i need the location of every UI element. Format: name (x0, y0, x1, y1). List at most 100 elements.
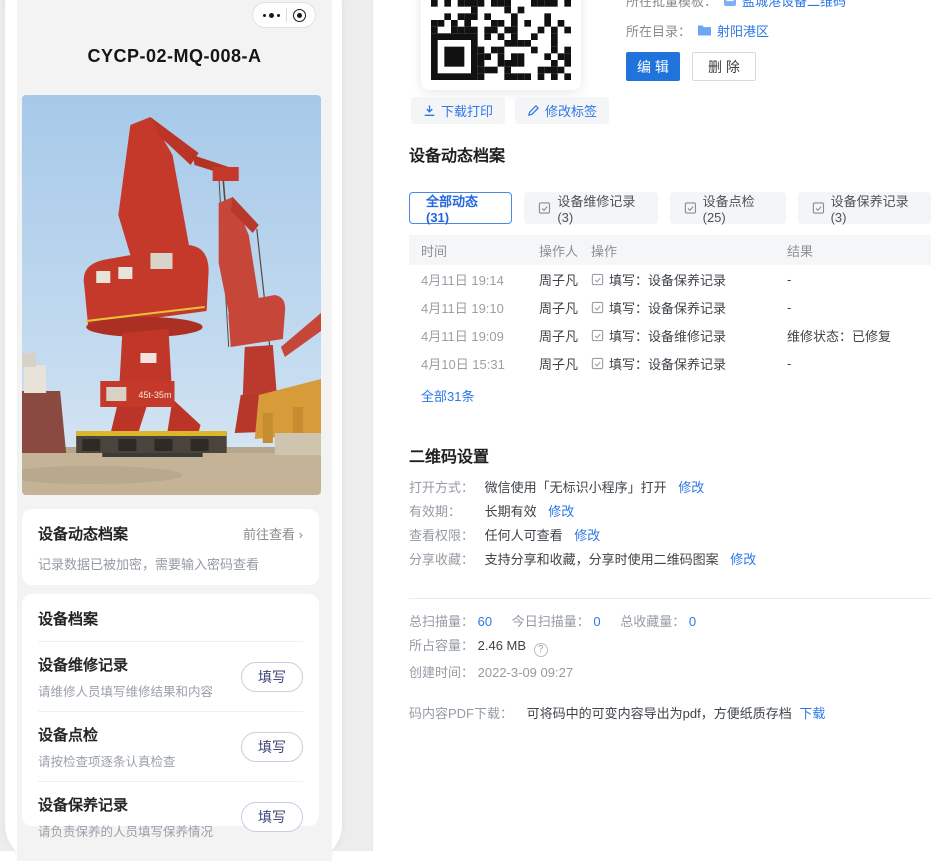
table-header: 时间 操作人 操作 结果 (409, 235, 931, 265)
pdf-label: 码内容PDF下载： (409, 706, 513, 721)
capsule-close-target-icon[interactable] (293, 9, 306, 22)
fav-total-label: 总收藏量： (620, 614, 685, 630)
form-icon (591, 301, 604, 314)
activity-table: 时间 操作人 操作 结果 4月11日 19:14 周子凡 填写：设备保养记录 -… (409, 235, 931, 405)
equipment-code-title: CYCP-02-MQ-008-A (17, 46, 332, 67)
fill-button-repair[interactable]: 填写 (241, 662, 303, 692)
detail-panel: 所在批量模板： 盐城港设备二维码 所在目录： 射阳港区 编 辑 删 除 下载打印… (374, 0, 939, 851)
stats-section: 总扫描量： 60 今日扫描量： 0 总收藏量： 0 所占容量： 2.46 MB … (409, 614, 931, 681)
col-time: 时间 (421, 241, 539, 260)
storage-label: 所占容量： (409, 638, 474, 654)
forms-card-title: 设备档案 (38, 608, 303, 629)
table-row: 4月10日 15:31 周子凡 填写：设备保养记录 - (409, 349, 931, 377)
tab-maintenance-records[interactable]: 设备保养记录(3) (798, 192, 931, 224)
download-print-button[interactable]: 下载打印 (411, 97, 505, 124)
setting-row-share: 分享收藏： 支持分享和收藏，分享时使用二维码图案 修改 (409, 548, 931, 572)
equipment-forms-card: 设备档案 设备维修记录 请维修人员填写维修结果和内容 填写 设备点检 请按检查项… (22, 594, 319, 826)
directory-label: 所在目录： (626, 21, 691, 40)
form-row-desc: 请负责保养的人员填写保养情况 (38, 821, 213, 840)
directory-row: 所在目录： 射阳港区 (626, 20, 846, 40)
form-icon (591, 357, 604, 370)
edit-button[interactable]: 编 辑 (626, 52, 680, 81)
fill-button-inspection[interactable]: 填写 (241, 732, 303, 762)
col-result: 结果 (787, 241, 931, 260)
created-label: 创建时间： (409, 665, 474, 681)
setting-row-permission: 查看权限： 任何人可查看 修改 (409, 524, 931, 548)
top-actions: 编 辑 删 除 (626, 52, 756, 81)
form-row-inspection: 设备点检 请按检查项逐条认真检查 填写 (38, 711, 303, 781)
miniprogram-capsule (252, 2, 316, 28)
phone-frame: CYCP-02-MQ-008-A (5, 0, 342, 861)
pdf-desc: 可将码中的可变内容导出为pdf，方便纸质存档 (527, 706, 792, 721)
archive-tabs: 全部动态(31) 设备维修记录(3) 设备点检(25) 设备保养记录(3) (409, 192, 931, 224)
qr-code-card (421, 0, 581, 90)
form-row-repair: 设备维修记录 请维修人员填写维修结果和内容 填写 (38, 642, 303, 711)
pdf-download-row: 码内容PDF下载： 可将码中的可变内容导出为pdf，方便纸质存档 下载 (409, 703, 931, 722)
modify-link[interactable]: 修改 (574, 528, 600, 543)
form-icon (812, 201, 825, 215)
setting-row-validity: 有效期： 长期有效 修改 (409, 500, 931, 524)
edit-label-button[interactable]: 修改标签 (515, 97, 609, 124)
col-person: 操作人 (539, 241, 591, 260)
pencil-icon (527, 104, 540, 117)
phone-preview-panel: CYCP-02-MQ-008-A (0, 0, 373, 851)
scan-today-value: 0 (593, 614, 600, 629)
qr-settings-section: 二维码设置 打开方式： 微信使用「无标识小程序」打开 修改 有效期： 长期有效 … (409, 449, 931, 572)
template-link[interactable]: 盐城港设备二维码 (742, 0, 846, 10)
pdf-download-link[interactable]: 下载 (799, 706, 825, 721)
form-row-title: 设备点检 (38, 724, 176, 745)
template-label: 所在批量模板： (626, 0, 717, 10)
divider (409, 598, 931, 599)
archive-card-title: 设备动态档案 (38, 523, 128, 544)
table-row: 4月11日 19:10 周子凡 填写：设备保养记录 - (409, 293, 931, 321)
setting-row-open-mode: 打开方式： 微信使用「无标识小程序」打开 修改 (409, 476, 931, 500)
capsule-divider (286, 8, 287, 22)
archive-section: 设备动态档案 全部动态(31) 设备维修记录(3) 设备点检(25) 设备保养记… (409, 148, 931, 405)
form-row-desc: 请维修人员填写维修结果和内容 (38, 681, 213, 700)
tab-all-activity[interactable]: 全部动态(31) (409, 192, 512, 224)
equipment-photo: 45t-35m (22, 95, 321, 495)
svg-text:45t-35m: 45t-35m (138, 390, 171, 400)
scan-today-label: 今日扫描量： (512, 614, 590, 630)
scan-total-value: 60 (478, 614, 492, 629)
archive-encrypted-desc: 记录数据已被加密，需要输入密码查看 (38, 554, 303, 573)
delete-button[interactable]: 删 除 (692, 52, 756, 81)
qr-actions: 下载打印 修改标签 (411, 97, 609, 124)
directory-link[interactable]: 射阳港区 (717, 21, 769, 40)
help-icon[interactable]: ? (534, 643, 548, 657)
chevron-right-icon: › (299, 527, 303, 542)
table-row: 4月11日 19:09 周子凡 填写：设备维修记录 维修状态：已修复 (409, 321, 931, 349)
table-row: 4月11日 19:14 周子凡 填写：设备保养记录 - (409, 265, 931, 293)
form-icon (591, 329, 604, 342)
fav-total-value: 0 (689, 614, 696, 629)
col-action: 操作 (591, 241, 787, 260)
archive-section-title: 设备动态档案 (409, 148, 931, 166)
form-icon (538, 201, 551, 215)
view-all-records-link[interactable]: 全部31条 (421, 386, 474, 405)
form-icon (684, 201, 697, 215)
template-icon (723, 0, 737, 7)
download-icon (423, 104, 436, 117)
tab-repair-records[interactable]: 设备维修记录(3) (524, 192, 657, 224)
go-view-link[interactable]: 前往查看 › (243, 524, 303, 543)
form-row-title: 设备维修记录 (38, 654, 213, 675)
form-icon (591, 273, 604, 286)
form-row-desc: 请按检查项逐条认真检查 (38, 751, 176, 770)
form-row-title: 设备保养记录 (38, 794, 213, 815)
modify-link[interactable]: 修改 (730, 552, 756, 567)
code-meta: 所在批量模板： 盐城港设备二维码 所在目录： 射阳港区 (626, 0, 846, 50)
scan-total-label: 总扫描量： (409, 614, 474, 630)
fill-button-maintenance[interactable]: 填写 (241, 802, 303, 832)
phone-screen: CYCP-02-MQ-008-A (17, 0, 332, 861)
modify-link[interactable]: 修改 (678, 480, 704, 495)
modify-link[interactable]: 修改 (548, 504, 574, 519)
qr-settings-title: 二维码设置 (409, 449, 931, 467)
folder-icon (697, 24, 712, 37)
tab-inspection[interactable]: 设备点检(25) (670, 192, 786, 224)
template-row: 所在批量模板： 盐城港设备二维码 (626, 0, 846, 10)
archive-summary-card: 设备动态档案 前往查看 › 记录数据已被加密，需要输入密码查看 (22, 509, 319, 585)
created-value: 2022-3-09 09:27 (478, 665, 573, 680)
more-dots-icon[interactable] (263, 13, 280, 18)
storage-value: 2.46 MB (478, 638, 526, 653)
qr-code-image (431, 0, 571, 80)
